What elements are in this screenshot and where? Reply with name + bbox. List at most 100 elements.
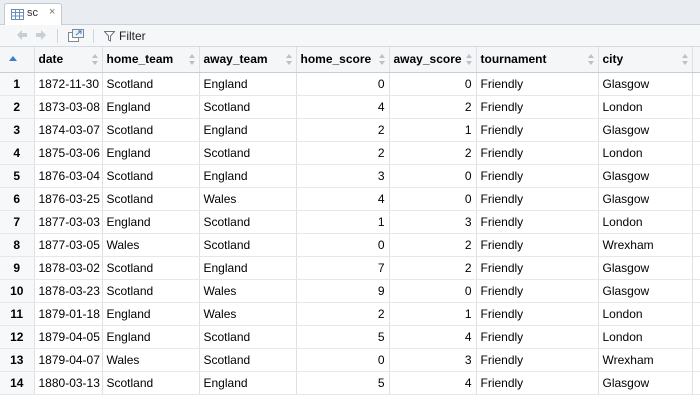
table-cell: 7 <box>296 256 390 280</box>
overflow-cell <box>692 72 700 96</box>
table-cell: Scotland <box>102 118 200 142</box>
table-cell: Friendly <box>476 141 599 165</box>
table-cell: 1879-04-07 <box>34 348 103 372</box>
table-cell: 1877-03-05 <box>34 233 103 257</box>
column-header-label: date <box>38 52 64 67</box>
table-cell: England <box>199 371 297 395</box>
column-header[interactable]: away_team <box>199 47 297 73</box>
overflow-cell <box>692 348 700 372</box>
table-cell: London <box>598 210 693 234</box>
overflow-cell <box>692 95 700 119</box>
table-cell: England <box>102 302 200 326</box>
column-header[interactable]: date <box>34 47 103 73</box>
sort-icon <box>91 54 98 65</box>
table-cell: Scotland <box>199 95 297 119</box>
table-cell: Glasgow <box>598 72 693 96</box>
table-cell: England <box>199 164 297 188</box>
table-cell: 0 <box>389 72 477 96</box>
table-row: 3 1874-03-07 Scotland England 2 1 Friendly Glas… <box>0 118 700 142</box>
table-cell: Glasgow <box>598 118 693 142</box>
row-number: 14 <box>0 371 35 395</box>
column-header-label: tournament <box>480 52 547 67</box>
table-cell: Friendly <box>476 72 599 96</box>
row-number: 9 <box>0 256 35 280</box>
row-number: 1 <box>0 72 35 96</box>
row-number: 6 <box>0 187 35 211</box>
table-cell: Wales <box>199 187 297 211</box>
table-cell: 1878-03-23 <box>34 279 103 303</box>
overflow-cell <box>692 141 700 165</box>
table-cell: 1880-03-13 <box>34 371 103 395</box>
table-cell: London <box>598 325 693 349</box>
table-cell: 1878-03-02 <box>34 256 103 280</box>
forward-arrow-icon[interactable] <box>34 29 48 41</box>
column-header[interactable]: tournament <box>476 47 599 73</box>
column-header[interactable]: away_score <box>389 47 477 73</box>
table-cell: Wales <box>102 233 200 257</box>
toolbar-separator <box>57 29 58 43</box>
sort-icon <box>378 54 385 65</box>
table-cell: 1 <box>296 210 390 234</box>
table-cell: 1 <box>389 118 477 142</box>
overflow-cell <box>692 164 700 188</box>
table-row: 5 1876-03-04 Scotland England 3 0 Friendly Glas… <box>0 164 700 188</box>
table-cell: Friendly <box>476 210 599 234</box>
table-cell: Friendly <box>476 302 599 326</box>
table-cell: 1877-03-03 <box>34 210 103 234</box>
table-header-row: date home_team away_team home_score away… <box>0 47 700 73</box>
table-row: 8 1877-03-05 Wales Scotland 0 2 Friendly Wrexha… <box>0 233 700 257</box>
table-cell: Scotland <box>102 256 200 280</box>
table-cell: 1876-03-25 <box>34 187 103 211</box>
table-cell: Glasgow <box>598 164 693 188</box>
row-index-header[interactable] <box>0 47 35 73</box>
overflow-cell <box>692 256 700 280</box>
back-arrow-icon[interactable] <box>15 29 29 41</box>
table-row: 9 1878-03-02 Scotland England 7 2 Friendly Glas… <box>0 256 700 280</box>
table-cell: 4 <box>389 325 477 349</box>
close-icon[interactable]: × <box>49 6 55 18</box>
table-cell: 5 <box>296 371 390 395</box>
popout-window-icon[interactable] <box>68 29 84 42</box>
column-header[interactable]: home_team <box>102 47 200 73</box>
table-cell: 1873-03-08 <box>34 95 103 119</box>
column-header-label: away_team <box>203 52 268 67</box>
table-cell: Scotland <box>199 210 297 234</box>
overflow-cell <box>692 187 700 211</box>
filter-label: Filter <box>119 29 146 43</box>
table-cell: Friendly <box>476 233 599 257</box>
data-table: date home_team away_team home_score away… <box>0 47 700 395</box>
table-cell: 0 <box>389 187 477 211</box>
overflow-cell <box>692 233 700 257</box>
table-cell: London <box>598 302 693 326</box>
row-number: 13 <box>0 348 35 372</box>
table-cell: England <box>199 72 297 96</box>
table-cell: 0 <box>296 72 390 96</box>
sort-icon <box>285 54 292 65</box>
row-number: 3 <box>0 118 35 142</box>
overflow-cell <box>692 210 700 234</box>
table-cell: 0 <box>296 348 390 372</box>
table-cell: 4 <box>389 371 477 395</box>
table-cell: Friendly <box>476 164 599 188</box>
table-cell: Friendly <box>476 371 599 395</box>
table-row: 6 1876-03-25 Scotland Wales 4 0 Friendly Glasgo… <box>0 187 700 211</box>
table-cell: 1872-11-30 <box>34 72 103 96</box>
column-header[interactable]: home_score <box>296 47 390 73</box>
table-cell: 1879-04-05 <box>34 325 103 349</box>
table-cell: 3 <box>389 210 477 234</box>
column-header-label: home_score <box>300 52 372 67</box>
table-cell: 0 <box>389 279 477 303</box>
column-header[interactable]: city <box>598 47 693 73</box>
table-cell: England <box>102 325 200 349</box>
table-cell: 1 <box>389 302 477 326</box>
table-cell: 1879-01-18 <box>34 302 103 326</box>
toolbar: Filter <box>0 25 700 47</box>
table-cell: Friendly <box>476 118 599 142</box>
overflow-cell <box>692 279 700 303</box>
row-number: 10 <box>0 279 35 303</box>
tab-label: sc <box>27 7 38 19</box>
tab-sc[interactable]: sc × <box>4 3 62 25</box>
table-cell: Friendly <box>476 256 599 280</box>
table-cell: 0 <box>296 233 390 257</box>
table-cell: Wales <box>102 348 200 372</box>
